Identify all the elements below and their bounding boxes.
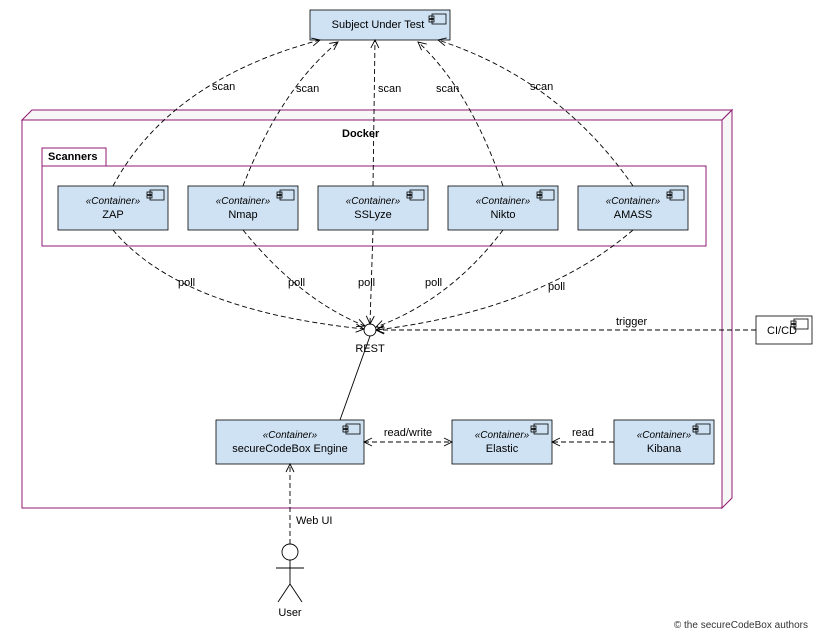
scan-edge-nikto-label: scan: [436, 83, 459, 95]
scanners-label: Scanners: [48, 151, 98, 163]
scan-edge-sslyze-label: scan: [378, 83, 401, 95]
sslyze-label: SSLyze: [354, 209, 392, 221]
webui-label: Web UI: [296, 515, 332, 527]
scan-edge-nmap-label: scan: [296, 83, 319, 95]
poll-edge-nmap-label: poll: [288, 277, 305, 289]
component-nikto: «Container» Nikto: [448, 186, 558, 230]
svg-text:«Container»: «Container»: [475, 430, 530, 441]
subject-label: Subject Under Test: [332, 19, 425, 31]
scan-edge-zap-label: scan: [212, 81, 235, 93]
amass-label: AMASS: [614, 209, 653, 221]
svg-text:«Container»: «Container»: [86, 196, 141, 207]
zap-label: ZAP: [102, 209, 123, 221]
elastic-label: Elastic: [486, 443, 519, 455]
component-zap: «Container» ZAP: [58, 186, 168, 230]
component-cicd: CI/CD: [756, 316, 812, 344]
svg-text:«Container»: «Container»: [637, 430, 692, 441]
component-nmap: «Container» Nmap: [188, 186, 298, 230]
cicd-label: CI/CD: [767, 325, 797, 337]
docker-label: Docker: [342, 128, 380, 140]
kibana-label: Kibana: [647, 443, 682, 455]
component-kibana: «Container» Kibana: [614, 420, 714, 464]
poll-edge-nikto-label: poll: [425, 277, 442, 289]
component-amass: «Container» AMASS: [578, 186, 688, 230]
component-subject-under-test: Subject Under Test: [310, 10, 450, 40]
nmap-label: Nmap: [228, 209, 257, 221]
svg-text:«Container»: «Container»: [216, 196, 271, 207]
svg-text:«Container»: «Container»: [346, 196, 401, 207]
user-actor: User: [276, 544, 304, 619]
scan-edge-amass-label: scan: [530, 81, 553, 93]
component-sslyze: «Container» SSLyze: [318, 186, 428, 230]
svg-text:«Container»: «Container»: [263, 430, 318, 441]
component-engine: «Container» secureCodeBox Engine: [216, 420, 364, 464]
svg-text:«Container»: «Container»: [476, 196, 531, 207]
poll-edge-zap-label: poll: [178, 277, 195, 289]
svg-text:«Container»: «Container»: [606, 196, 661, 207]
rest-label: REST: [355, 343, 385, 355]
poll-edge-amass-label: poll: [548, 281, 565, 293]
copyright-text: © the secureCodeBox authors: [674, 620, 808, 631]
poll-edge-sslyze-label: poll: [358, 277, 375, 289]
trigger-label: trigger: [616, 316, 648, 328]
readwrite-label: read/write: [384, 427, 432, 439]
user-label: User: [278, 607, 302, 619]
component-elastic: «Container» Elastic: [452, 420, 552, 464]
engine-label: secureCodeBox Engine: [232, 443, 348, 455]
nikto-label: Nikto: [490, 209, 515, 221]
read-label: read: [572, 427, 594, 439]
